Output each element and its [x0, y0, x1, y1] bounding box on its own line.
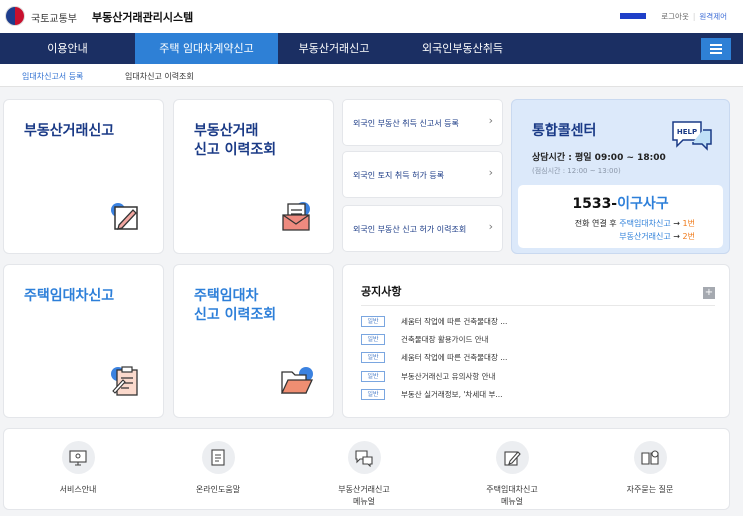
gnb-item-guide[interactable]: 이용안내 [0, 33, 135, 64]
document-pen-icon [111, 203, 138, 230]
subnav-lease-history[interactable]: 임대차신고 이력조회 [125, 71, 194, 82]
gnb-item-foreigner-acquisition[interactable]: 외국인부동산취득 [400, 33, 525, 64]
government-logo-icon [5, 6, 25, 26]
notice-text: 세움터 작업에 따른 건축물대장 ... [401, 317, 508, 326]
quick-item-real-estate-manual[interactable]: 부동산거래신고 메뉴얼 [304, 441, 424, 508]
document-icon [201, 441, 235, 474]
quick-item-lease-manual[interactable]: 주택임대차신고 메뉴얼 [452, 441, 572, 508]
quick-item-online-help[interactable]: 온라인도움말 [158, 441, 278, 496]
foreigner-history-link[interactable]: 외국인 부동산 신고 허가 이력조회 › [342, 205, 503, 252]
real-estate-history-card[interactable]: 부동산거래 신고 이력조회 [173, 99, 334, 254]
notice-text: 세움터 작업에 따른 건축물대장 ... [401, 353, 508, 362]
main-navigation: 이용안내 주택 임대차계약신고 부동산거래신고 외국인부동산취득 [0, 33, 743, 64]
help-bubble-icon: HELP [672, 121, 712, 151]
notice-panel: 공지사항 + 일반 세움터 작업에 따른 건축물대장 ... 일반 건축물대장 … [342, 264, 730, 418]
notice-title: 공지사항 [361, 285, 402, 298]
notice-item[interactable]: 일반 건축물대장 활용가이드 안내 [361, 334, 711, 346]
notice-badge: 일반 [361, 371, 385, 382]
notice-text: 부동산거래신고 유의사항 안내 [401, 372, 496, 381]
system-title[interactable]: 부동산거래관리시스템 [92, 9, 193, 25]
notice-badge: 일반 [361, 316, 385, 327]
notice-badge: 일반 [361, 352, 385, 363]
notice-badge: 일반 [361, 334, 385, 345]
card-title: 부동산거래신고 [24, 123, 115, 139]
real-estate-report-card[interactable]: 부동산거래신고 [3, 99, 164, 254]
card-title: 부동산거래 신고 이력조회 [194, 123, 277, 158]
foreigner-land-permit-link[interactable]: 외국인 토지 취득 허가 등록 › [342, 151, 503, 198]
card-title: 주택임대차신고 [24, 288, 115, 304]
link-label: 외국인 토지 취득 허가 등록 [353, 171, 445, 180]
quick-label: 온라인도움말 [195, 485, 241, 494]
notice-item[interactable]: 일반 부동산거래신고 유의사항 안내 [361, 371, 711, 383]
notice-text: 건축물대장 활용가이드 안내 [401, 335, 489, 344]
remote-control-link[interactable]: 원격제어 [695, 12, 731, 21]
call-center-title: 통합콜센터 [532, 123, 597, 139]
chevron-right-icon: › [488, 114, 493, 127]
ministry-name: 국토교통부 [31, 14, 77, 25]
gnb-item-real-estate-report[interactable]: 부동산거래신고 [278, 33, 390, 64]
notice-badge: 일반 [361, 389, 385, 400]
link-label: 외국인 부동산 신고 허가 이력조회 [353, 225, 467, 234]
call-option-lease: 전화 연결 후 주택임대차신고 → 1번 [574, 219, 695, 228]
edit-icon [495, 441, 529, 474]
link-label: 외국인 부동산 취득 신고서 등록 [353, 119, 459, 128]
help-badge-text: HELP [677, 128, 697, 136]
clipboard-icon [111, 366, 138, 396]
top-bar: 국토교통부 부동산거래관리시스템 로그아웃 | 원격제어 [0, 0, 743, 33]
utility-links: 로그아웃 | 원격제어 [657, 11, 731, 22]
gnb-item-lease-report[interactable]: 주택 임대차계약신고 [135, 33, 278, 64]
notice-item[interactable]: 일반 부동산 실거래정보, '차세대 부... [361, 389, 711, 401]
quick-label: 서비스안내 [59, 485, 97, 494]
quick-menu: 서비스안내 온라인도움말 부동산거래신고 메뉴얼 주택임대차신고 메뉴얼 자주묻… [3, 428, 730, 510]
chevron-right-icon: › [488, 220, 493, 233]
divider [361, 305, 715, 306]
lease-history-card[interactable]: 주택임대차 신고 이력조회 [173, 264, 334, 418]
call-option-real-estate: 부동산거래신고 → 2번 [619, 232, 695, 241]
quick-label: 자주묻는 질문 [626, 485, 674, 494]
quick-label: 주택임대차신고 메뉴얼 [486, 485, 538, 506]
envelope-document-icon [282, 202, 310, 231]
quick-item-faq[interactable]: 자주묻는 질문 [590, 441, 710, 496]
user-name-redacted [620, 13, 646, 19]
quick-item-service-guide[interactable]: 서비스안내 [18, 441, 138, 496]
call-hours: 상담시간 : 평일 09:00 ~ 18:00 [532, 153, 666, 163]
chevron-right-icon: › [488, 166, 493, 179]
call-lunch-hours: (점심시간 : 12:00 ~ 13:00) [532, 167, 621, 175]
book-icon [633, 441, 667, 474]
foreigner-acquisition-register-link[interactable]: 외국인 부동산 취득 신고서 등록 › [342, 99, 503, 146]
card-title: 주택임대차 신고 이력조회 [194, 288, 277, 323]
menu-icon[interactable] [701, 38, 731, 60]
notice-item[interactable]: 일반 세움터 작업에 따른 건축물대장 ... [361, 316, 711, 328]
subnav-lease-register[interactable]: 임대차신고서 등록 [22, 71, 83, 82]
notice-text: 부동산 실거래정보, '차세대 부... [401, 390, 503, 399]
monitor-icon [61, 441, 95, 474]
call-number[interactable]: 1533-이구사구 [518, 193, 723, 213]
call-number-box: 1533-이구사구 전화 연결 후 주택임대차신고 → 1번 부동산거래신고 →… [518, 185, 723, 248]
call-center-panel: 통합콜센터 HELP 상담시간 : 평일 09:00 ~ 18:00 (점심시간… [511, 99, 730, 254]
notice-more-icon[interactable]: + [703, 287, 715, 299]
quick-label: 부동산거래신고 메뉴얼 [338, 485, 390, 506]
chat-icon [347, 441, 381, 474]
sub-navigation: 임대차신고서 등록 임대차신고 이력조회 [0, 64, 743, 87]
logout-link[interactable]: 로그아웃 [657, 12, 693, 21]
folder-icon [280, 367, 313, 394]
notice-item[interactable]: 일반 세움터 작업에 따른 건축물대장 ... [361, 352, 711, 364]
lease-report-card[interactable]: 주택임대차신고 [3, 264, 164, 418]
